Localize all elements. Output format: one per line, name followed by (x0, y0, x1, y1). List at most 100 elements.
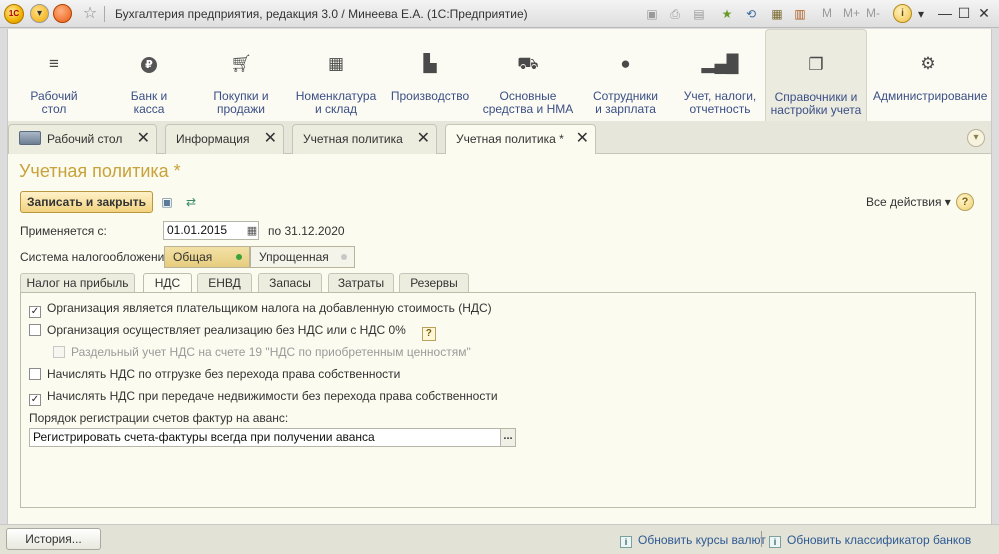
tab-accounting-policy[interactable]: Учетная политика ✕ (292, 124, 437, 154)
orange-circle-icon[interactable] (53, 4, 72, 23)
close-icon[interactable]: ✕ (975, 4, 993, 22)
section-administration[interactable]: ⚙ Администрирование (873, 29, 988, 121)
section-nomenclature-warehouse[interactable]: ▦ Номенклатура и склад (293, 29, 379, 121)
tab-label: Учетная политика (303, 132, 403, 146)
close-tab-icon[interactable]: ✕ (137, 125, 150, 153)
invoice-order-label: Порядок регистрации счетов фактур на ава… (29, 411, 289, 425)
app-logo-icon[interactable]: 1С (4, 4, 24, 24)
memory-mminus-button[interactable]: M- (866, 6, 880, 20)
checkbox-unchecked-icon[interactable] (29, 368, 41, 380)
section-employees-salary[interactable]: ● Сотрудники и зарплата (583, 29, 668, 121)
section-purchases-sales[interactable]: 🛒︎ Покупки и продажи (201, 29, 281, 121)
favorites-star-icon[interactable]: ☆ (80, 4, 100, 24)
section-label: Банк и касса (130, 89, 168, 116)
refresh-icon[interactable]: ⇄ (183, 194, 199, 210)
tab-accounting-policy-modified[interactable]: Учетная политика * ✕ (445, 124, 596, 155)
desktop-icon (19, 131, 41, 145)
checkbox-vat-on-shipment[interactable]: Начислять НДС по отгрузке без перехода п… (29, 367, 400, 381)
accounting-policy-form: Учетная политика * Записать и закрыть ▣ … (7, 154, 992, 524)
info-icon[interactable]: i (893, 4, 912, 23)
minimize-icon[interactable]: — (936, 4, 954, 22)
tab-costs[interactable]: Затраты (328, 273, 394, 292)
chevron-down-icon[interactable]: ▾ (912, 5, 930, 23)
checkbox-no-vat-sales[interactable]: Организация осуществляет реализацию без … (29, 323, 436, 341)
memory-m-button[interactable]: M (822, 6, 832, 20)
tab-label: Информация (176, 132, 250, 146)
checkbox-unchecked-icon[interactable] (29, 324, 41, 336)
tab-vat[interactable]: НДС (143, 273, 192, 293)
section-accounting-reports[interactable]: ▂▄█ Учет, налоги, отчетность (676, 29, 764, 121)
save-icon[interactable]: ▣ (159, 194, 175, 210)
update-bank-classifier-link[interactable]: i Обновить классификатор банков (769, 533, 971, 548)
selected-dot-icon (236, 254, 242, 260)
sections-panel: ≡ Рабочий стол ₽ Банк и касса 🛒︎ Покупки… (7, 29, 992, 121)
tab-envd[interactable]: ЕНВД (197, 273, 252, 292)
preview-icon[interactable]: ▤ (690, 5, 708, 23)
close-tab-icon[interactable]: ✕ (576, 125, 589, 153)
calendar-icon[interactable]: ▦ (245, 224, 259, 238)
checkbox-vat-real-estate[interactable]: ✓ Начислять НДС при передаче недвижимости… (29, 389, 498, 406)
link-label: Обновить курсы валют (638, 533, 766, 547)
checkbox-vat-payer[interactable]: ✓ Организация является плательщиком налог… (29, 301, 492, 318)
truck-icon: ⛟ (517, 54, 539, 73)
tax-system-label: Система налогообложения: (20, 250, 175, 264)
checkbox-label: Начислять НДС по отгрузке без перехода п… (47, 367, 401, 381)
status-bar: История... i Обновить курсы валют i Обнови… (0, 524, 999, 554)
tab-label: Рабочий стол (47, 132, 123, 146)
tabs-list-dropdown-icon[interactable]: ▾ (967, 129, 985, 147)
documents-icon: ❐ (808, 55, 824, 74)
section-bank-cash[interactable]: ₽ Банк и касса (109, 29, 189, 121)
maximize-icon[interactable]: ☐ (955, 4, 973, 22)
tab-information[interactable]: Информация ✕ (165, 124, 284, 154)
section-label: Основные средства и НМА (482, 89, 574, 116)
section-label: Справочники и настройки учета (770, 90, 862, 117)
history-button[interactable]: История... (6, 528, 101, 550)
tab-profit-tax[interactable]: Налог на прибыль (20, 273, 135, 292)
link-label: Обновить классификатор банков (787, 533, 972, 547)
tab-desktop[interactable]: Рабочий стол ✕ (8, 124, 157, 154)
help-icon[interactable]: ? (956, 193, 974, 211)
checkbox-checked-icon[interactable]: ✓ (29, 394, 41, 406)
save-and-close-button[interactable]: Записать и закрыть (20, 191, 153, 213)
question-help-icon[interactable]: ? (421, 327, 436, 341)
page-title: Учетная политика * (19, 161, 181, 181)
checkbox-disabled-icon (53, 346, 65, 358)
tax-option-label: Упрощенная (259, 250, 329, 264)
tab-reserves[interactable]: Резервы (399, 273, 469, 292)
factory-icon: ▙ (423, 54, 437, 73)
close-tab-icon[interactable]: ✕ (417, 125, 430, 153)
update-currency-rates-link[interactable]: i Обновить курсы валют (620, 533, 766, 548)
main-menu-icon[interactable]: ▾ (30, 4, 49, 23)
applies-to-text: по 31.12.2020 (268, 224, 345, 238)
invoice-order-select[interactable]: Регистрировать счета-фактуры всегда при … (29, 428, 501, 447)
tab-inventory[interactable]: Запасы (258, 273, 322, 292)
add-favorites-icon[interactable]: ★ (718, 5, 736, 23)
checkbox-checked-icon[interactable]: ✓ (29, 306, 41, 318)
section-references-settings[interactable]: ❐ Справочники и настройки учета (765, 29, 867, 121)
window-title: Бухгалтерия предприятия, редакция 3.0 / … (115, 7, 528, 21)
section-desktop[interactable]: ≡ Рабочий стол (14, 29, 94, 121)
separator (104, 6, 105, 22)
section-label: Сотрудники и зарплата (593, 89, 658, 116)
person-icon: ● (620, 54, 631, 73)
title-bar: 1С ▾ ☆ Бухгалтерия предприятия, редакция… (0, 0, 999, 28)
section-production[interactable]: ▙ Производство (390, 29, 470, 121)
all-actions-menu[interactable]: Все действия ▾ (866, 195, 951, 209)
tax-option-general[interactable]: Общая (164, 246, 250, 268)
select-dots-button[interactable]: ... (500, 428, 516, 447)
section-label: Администрирование (873, 89, 988, 103)
checkbox-label: Организация осуществляет реализацию без … (47, 323, 406, 337)
info-icon: i (620, 536, 632, 548)
history-icon[interactable]: ⟲ (742, 5, 760, 23)
calculator-icon[interactable]: ▦ (768, 5, 786, 23)
section-label: Рабочий стол (30, 89, 78, 116)
section-fixed-assets[interactable]: ⛟ Основные средства и НМА (480, 29, 576, 121)
tax-option-simplified[interactable]: Упрощенная (250, 246, 355, 268)
checkbox-label: Раздельный учет НДС на счете 19 "НДС по … (71, 345, 471, 359)
save-icon[interactable]: ▣ (643, 5, 661, 23)
print-icon[interactable]: ⎙ (666, 5, 684, 23)
calendar-icon[interactable]: ▥ (791, 5, 809, 23)
tax-option-label: Общая (173, 250, 213, 264)
close-tab-icon[interactable]: ✕ (264, 125, 277, 153)
memory-mplus-button[interactable]: M+ (843, 6, 860, 20)
